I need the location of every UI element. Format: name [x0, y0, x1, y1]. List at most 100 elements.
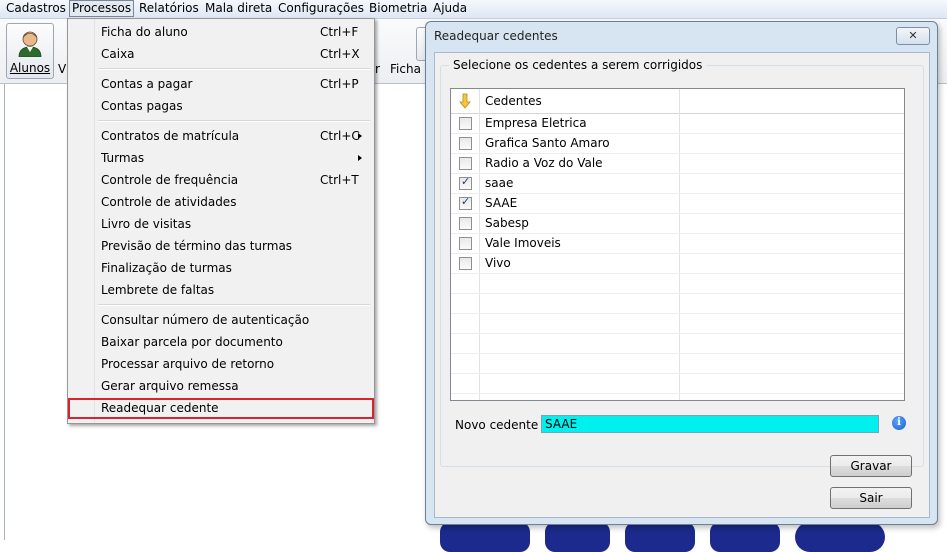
menu-item-contas-a-pagar[interactable]: Contas a pagar Ctrl+P	[101, 74, 369, 94]
row-checkbox[interactable]	[459, 137, 472, 150]
alunos-label: Alunos	[9, 61, 51, 75]
table-row[interactable]: Radio a Voz do Vale	[451, 154, 904, 174]
menu-item-label: Baixar parcela por documento	[101, 335, 283, 349]
table-row[interactable]: SAAE	[451, 194, 904, 214]
menu-bar: Cadastros Processos Relatórios Mala dire…	[0, 0, 947, 19]
menu-processos[interactable]: Processos	[69, 0, 135, 17]
background-logo	[710, 522, 780, 552]
menu-cadastros[interactable]: Cadastros	[4, 1, 68, 16]
menu-item-label: Previsão de término das turmas	[101, 239, 293, 253]
menu-item-label: Turmas	[101, 151, 145, 165]
menu-item-controle-de-frequencia[interactable]: Controle de frequência Ctrl+T	[101, 170, 369, 190]
menu-item-processar-retorno[interactable]: Processar arquivo de retorno	[101, 354, 369, 374]
table-row[interactable]: Empresa Eletrica	[451, 114, 904, 134]
menu-gutter	[68, 19, 95, 423]
menu-separator	[98, 304, 370, 306]
processos-dropdown: Ficha do aluno Ctrl+F Caixa Ctrl+X Conta…	[67, 18, 375, 424]
cedente-name: Empresa Eletrica	[485, 116, 587, 130]
empty-row	[451, 294, 904, 314]
menu-item-contas-pagas[interactable]: Contas pagas	[101, 96, 369, 116]
info-icon[interactable]: i	[892, 416, 906, 430]
menu-item-label: Processar arquivo de retorno	[101, 357, 275, 371]
toolbar-partial-label: r	[375, 62, 380, 76]
workspace-area	[4, 84, 67, 540]
table-row[interactable]: Grafica Santo Amaro	[451, 134, 904, 154]
menu-item-label: Contratos de matrícula	[101, 129, 240, 143]
background-logo	[440, 522, 530, 552]
submenu-arrow-icon	[358, 155, 362, 161]
menu-item-label: Contas pagas	[101, 99, 183, 113]
cedente-name: Vivo	[485, 256, 511, 270]
alunos-button[interactable]: Alunos	[6, 23, 54, 79]
menu-item-contratos-de-matricula[interactable]: Contratos de matrícula Ctrl+C	[101, 126, 369, 146]
background-logo	[795, 522, 885, 552]
row-checkbox[interactable]	[459, 117, 472, 130]
table-row[interactable]: saae	[451, 174, 904, 194]
empty-row	[451, 274, 904, 294]
menu-item-consultar-autenticacao[interactable]: Consultar número de autenticação	[101, 310, 369, 330]
empty-row	[451, 354, 904, 374]
menu-ajuda[interactable]: Ajuda	[431, 1, 469, 16]
row-checkbox[interactable]	[459, 237, 472, 250]
menu-configuracoes[interactable]: Configurações	[276, 1, 366, 16]
dialog-body: Selecione os cedentes a serem corrigidos…	[434, 52, 930, 518]
row-checkbox[interactable]	[459, 195, 472, 210]
menu-item-shortcut: Ctrl+X	[320, 47, 360, 61]
menu-separator	[98, 68, 370, 70]
table-row[interactable]: Sabesp	[451, 214, 904, 234]
menu-item-controle-de-atividades[interactable]: Controle de atividades	[101, 192, 369, 212]
menu-item-lembrete-de-faltas[interactable]: Lembrete de faltas	[101, 280, 369, 300]
menu-item-label: Finalização de turmas	[101, 261, 232, 275]
menu-item-livro-de-visitas[interactable]: Livro de visitas	[101, 214, 369, 234]
novo-cedente-input[interactable]	[541, 415, 879, 433]
menu-item-ficha-do-aluno[interactable]: Ficha do aluno Ctrl+F	[101, 22, 369, 42]
row-checkbox[interactable]	[459, 175, 472, 190]
dialog-titlebar[interactable]: Readequar cedentes ✕	[426, 22, 937, 50]
cedentes-groupbox: Selecione os cedentes a serem corrigidos…	[440, 58, 924, 467]
cedente-name: Grafica Santo Amaro	[485, 136, 610, 150]
cedente-name: SAAE	[485, 196, 518, 210]
sort-arrow-icon[interactable]	[459, 93, 471, 109]
menu-item-turmas[interactable]: Turmas	[101, 148, 369, 168]
novo-cedente-label: Novo cedente	[455, 418, 539, 432]
menu-separator	[98, 120, 370, 122]
grid-header: Cedentes	[451, 89, 904, 114]
close-button[interactable]: ✕	[896, 27, 930, 45]
table-row[interactable]: Vivo	[451, 254, 904, 274]
row-checkbox[interactable]	[459, 157, 472, 170]
menu-relatorios[interactable]: Relatórios	[137, 1, 201, 16]
background-logo	[625, 522, 695, 552]
menu-item-gerar-remessa[interactable]: Gerar arquivo remessa	[101, 376, 369, 396]
table-row[interactable]: Vale Imoveis	[451, 234, 904, 254]
menu-item-baixar-parcela[interactable]: Baixar parcela por documento	[101, 332, 369, 352]
row-checkbox[interactable]	[459, 217, 472, 230]
menu-item-label: Lembrete de faltas	[101, 283, 215, 297]
menu-item-label: Gerar arquivo remessa	[101, 379, 239, 393]
menu-item-finalizacao-de-turmas[interactable]: Finalização de turmas	[101, 258, 369, 278]
menu-item-label: Controle de atividades	[101, 195, 237, 209]
group-label: Selecione os cedentes a serem corrigidos	[449, 58, 707, 72]
column-header-cedentes[interactable]: Cedentes	[485, 94, 542, 108]
empty-row	[451, 374, 904, 394]
menu-item-previsao-de-termino[interactable]: Previsão de término das turmas	[101, 236, 369, 256]
menu-item-label: Consultar número de autenticação	[101, 313, 310, 327]
menu-item-label: Controle de frequência	[101, 173, 239, 187]
background-logo	[545, 522, 610, 552]
cedente-name: Radio a Voz do Vale	[485, 156, 603, 170]
close-icon: ✕	[908, 29, 918, 42]
cedentes-grid: Cedentes Empresa Eletrica Grafica Santo …	[450, 88, 905, 401]
sair-button[interactable]: Sair	[830, 487, 912, 509]
menu-mala-direta[interactable]: Mala direta	[203, 1, 274, 16]
row-checkbox[interactable]	[459, 257, 472, 270]
toolbar-partial-label: V	[58, 62, 67, 76]
highlight-box	[68, 398, 374, 419]
student-avatar-icon	[18, 31, 42, 57]
menu-item-caixa[interactable]: Caixa Ctrl+X	[101, 44, 369, 64]
cedente-name: Sabesp	[485, 216, 529, 230]
gravar-button[interactable]: Gravar	[830, 455, 912, 477]
menu-item-shortcut: Ctrl+F	[320, 25, 359, 39]
empty-row	[451, 334, 904, 354]
submenu-arrow-icon	[358, 133, 362, 139]
menu-biometria[interactable]: Biometria	[367, 1, 429, 16]
empty-row	[451, 314, 904, 334]
